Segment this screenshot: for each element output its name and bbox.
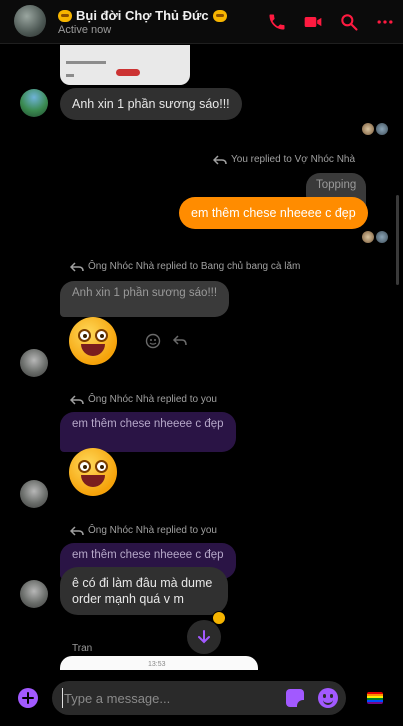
- card-time: 13:53: [148, 661, 166, 668]
- message-text-line: ê có đi làm đâu mà dume: [72, 576, 213, 590]
- chat-title: Bụi đời Chợ Thủ Đức: [76, 8, 209, 23]
- message-box: [52, 681, 346, 715]
- emoji-picker-icon[interactable]: [318, 688, 338, 708]
- reply-label-text: Ông Nhóc Nhà replied to you: [88, 394, 217, 405]
- reply-arrow-icon: [70, 394, 84, 405]
- chat-header: Bụi đời Chợ Thủ Đức Active now: [0, 0, 403, 44]
- grinning-face-emoji-icon[interactable]: [69, 317, 117, 365]
- shared-card-message[interactable]: 13:53: [60, 656, 258, 670]
- message-list[interactable]: Anh xin 1 phần sương sáo!!! You replied …: [0, 45, 403, 670]
- reply-label: Ông Nhóc Nhà replied to Bang chủ bang cà…: [70, 261, 300, 272]
- seen-avatar: [362, 123, 374, 135]
- message-text-line: order mạnh quá v m: [72, 592, 184, 606]
- active-status: Active now: [58, 24, 112, 36]
- sender-avatar[interactable]: [20, 480, 48, 508]
- search-icon: [341, 14, 358, 31]
- video-call-button[interactable]: [295, 0, 331, 44]
- quoted-message[interactable]: Anh xin 1 phần sương sáo!!!: [60, 281, 230, 317]
- header-actions: [259, 0, 403, 44]
- video-camera-icon: [304, 17, 322, 27]
- shared-image-message[interactable]: [60, 45, 190, 85]
- scroll-to-bottom-button[interactable]: [187, 620, 221, 654]
- seen-avatar: [376, 123, 388, 135]
- group-avatar[interactable]: [14, 5, 46, 37]
- message-bubble[interactable]: ê có đi làm đâu mà dume order mạnh quá v…: [60, 567, 228, 615]
- hand-emoji-icon: [58, 9, 72, 22]
- reply-label-text: Ông Nhóc Nhà replied to you: [88, 525, 217, 536]
- reply-arrow-icon: [70, 261, 84, 272]
- chat-title-row[interactable]: Bụi đời Chợ Thủ Đức: [58, 8, 227, 23]
- search-button[interactable]: [331, 0, 367, 44]
- rainbow-flag-icon[interactable]: [367, 692, 383, 704]
- more-options-button[interactable]: [367, 0, 403, 44]
- voice-call-button[interactable]: [259, 0, 295, 44]
- sender-avatar[interactable]: [20, 349, 48, 377]
- plus-icon: [22, 692, 34, 704]
- scrollbar-thumb[interactable]: [396, 195, 399, 285]
- message-composer: [0, 670, 403, 726]
- hand-emoji-icon: [212, 9, 227, 22]
- reply-arrow-icon: [70, 525, 84, 536]
- reply-arrow-icon: [213, 154, 227, 165]
- sender-avatar[interactable]: [20, 580, 48, 608]
- reply-arrow-icon: [172, 335, 187, 346]
- grinning-face-emoji-icon[interactable]: [69, 448, 117, 496]
- outgoing-message-bubble[interactable]: em thêm chese nheeee c đẹp: [179, 197, 368, 229]
- reply-label-text: Ông Nhóc Nhà replied to Bang chủ bang cà…: [88, 261, 301, 272]
- image-content: [66, 74, 74, 77]
- reply-button[interactable]: [172, 333, 188, 349]
- seen-avatar: [362, 231, 374, 243]
- seen-avatar: [376, 231, 388, 243]
- more-options-icon: [377, 20, 393, 24]
- arrow-down-icon: [198, 630, 210, 644]
- phone-icon: [269, 14, 285, 30]
- reply-label: Ông Nhóc Nhà replied to you: [70, 525, 217, 536]
- quoted-message[interactable]: em thêm chese nheeee c đẹp: [60, 412, 236, 452]
- message-input[interactable]: [62, 688, 272, 708]
- reply-label: You replied to Vợ Nhóc Nhà: [213, 154, 355, 165]
- image-content: [66, 61, 106, 64]
- sticker-icon[interactable]: [286, 689, 304, 707]
- reply-label-text: You replied to Vợ Nhóc Nhà: [231, 154, 356, 165]
- image-content: [116, 69, 140, 76]
- message-bubble[interactable]: Anh xin 1 phần sương sáo!!!: [60, 88, 242, 120]
- react-button[interactable]: [145, 333, 161, 349]
- sender-name: Tran: [72, 643, 93, 654]
- smiley-outline-icon: [145, 333, 161, 349]
- more-actions-button[interactable]: [18, 688, 38, 708]
- reply-label: Ông Nhóc Nhà replied to you: [70, 394, 217, 405]
- sender-avatar[interactable]: [20, 89, 48, 117]
